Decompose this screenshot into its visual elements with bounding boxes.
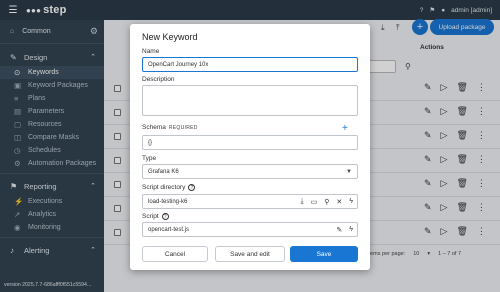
name-label: Name xyxy=(142,48,160,55)
script-directory-label-text: Script directory xyxy=(142,184,186,191)
required-tag: REQUIRED xyxy=(168,125,198,131)
type-value: Grafana K6 xyxy=(148,168,179,175)
dialog-title: New Keyword xyxy=(142,32,198,42)
script-directory-actions: ⤓ ▭ ⚲ ✕ ϟ xyxy=(301,195,353,208)
folder-icon[interactable]: ▭ xyxy=(311,198,318,206)
clear-icon[interactable]: ✕ xyxy=(336,198,342,206)
save-button[interactable]: Save xyxy=(290,246,358,262)
add-schema-icon[interactable]: + xyxy=(342,123,348,134)
script-field[interactable]: opencart-test.js ✎ ϟ xyxy=(142,222,358,237)
help-icon[interactable]: ? xyxy=(188,184,196,191)
type-label: Type xyxy=(142,155,157,162)
schema-label: Schema REQUIRED xyxy=(142,124,198,131)
cancel-button[interactable]: Cancel xyxy=(142,246,208,262)
schema-value: {} xyxy=(148,139,153,146)
schema-label-text: Schema xyxy=(142,124,166,131)
description-label: Description xyxy=(142,76,175,83)
script-label-text: Script xyxy=(142,213,159,220)
type-select[interactable]: Grafana K6 ▼ xyxy=(142,164,358,179)
script-label: Script? xyxy=(142,213,169,220)
description-field[interactable] xyxy=(142,85,358,116)
script-actions: ✎ ϟ xyxy=(336,223,353,236)
script-value: opencart-test.js xyxy=(148,226,190,233)
search-icon[interactable]: ⚲ xyxy=(324,198,329,206)
lightning-icon[interactable]: ϟ xyxy=(349,226,353,233)
script-directory-field[interactable]: load-testing-k6 ⤓ ▭ ⚲ ✕ ϟ xyxy=(142,194,358,209)
name-field[interactable]: OpenCart Journey 10x xyxy=(142,57,358,72)
script-directory-value: load-testing-k6 xyxy=(148,198,188,205)
edit-icon[interactable]: ✎ xyxy=(336,226,342,234)
help-icon[interactable]: ? xyxy=(161,213,169,220)
script-directory-label: Script directory? xyxy=(142,184,196,191)
schema-field[interactable]: {} xyxy=(142,135,358,150)
new-keyword-dialog: New Keyword Name OpenCart Journey 10x De… xyxy=(130,24,370,270)
lightning-icon[interactable]: ϟ xyxy=(349,198,353,205)
save-and-edit-button[interactable]: Save and edit xyxy=(215,246,285,262)
download-icon[interactable]: ⤓ xyxy=(301,198,304,206)
name-value: OpenCart Journey 10x xyxy=(148,61,209,68)
dropdown-arrow-icon: ▼ xyxy=(346,168,352,175)
